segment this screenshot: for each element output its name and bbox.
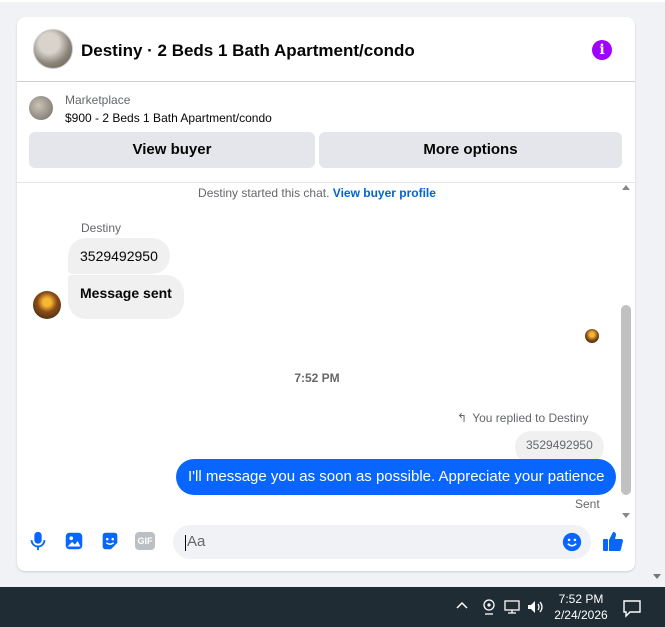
chat-started-notice: Destiny started this chat. View buyer pr… [17,186,617,200]
sticker-icon[interactable] [99,530,121,552]
chat-started-text: Destiny started this chat. [198,186,330,200]
incoming-message[interactable]: 3529492950 [68,238,170,274]
more-options-button[interactable]: More options [319,132,622,168]
clock-time: 7:52 PM [558,592,604,606]
reply-context: ↰ You replied to Destiny [457,411,588,425]
gif-icon[interactable]: GIF [135,532,155,550]
network-icon[interactable] [503,598,521,616]
message-input[interactable] [173,525,591,559]
listing-thumbnail[interactable] [29,96,53,120]
clock-date: 2/24/2026 [554,608,608,622]
marketplace-panel: Marketplace $900 - 2 Beds 1 Bath Apartme… [17,82,635,183]
volume-icon[interactable] [526,598,546,616]
sender-name: Destiny [81,221,122,235]
emoji-icon[interactable] [562,532,582,552]
marketplace-label: Marketplace [65,93,131,107]
view-buyer-button[interactable]: View buyer [29,132,315,168]
info-icon[interactable]: i [592,40,612,60]
chat-window: Destiny · 2 Beds 1 Bath Apartment/condo … [17,17,635,571]
sender-avatar[interactable] [33,291,61,319]
listing-title[interactable]: $900 - 2 Beds 1 Bath Apartment/condo [65,111,272,125]
message-thread: Destiny started this chat. View buyer pr… [17,183,635,520]
microphone-icon[interactable] [27,530,49,552]
scrollbar-thumb[interactable] [621,305,631,495]
message-composer: GIF Aa [17,520,635,571]
photo-icon[interactable] [63,530,85,552]
message-timestamp: 7:52 PM [294,371,340,385]
page-scroll-down-icon[interactable] [653,574,661,579]
thumbs-up-icon[interactable] [601,529,625,553]
scroll-down-arrow-icon[interactable] [622,513,630,518]
windows-taskbar: 7:52 PM 2/24/2026 [0,587,665,627]
seen-indicator-avatar [585,329,599,343]
incoming-message[interactable]: Message sent [68,275,184,319]
message-input-placeholder: Aa [187,533,206,550]
listing-avatar[interactable] [33,29,73,69]
outgoing-message[interactable]: I'll message you as soon as possible. Ap… [176,459,617,495]
chevron-up-icon[interactable] [455,599,469,613]
webcam-icon[interactable] [481,598,497,616]
notifications-icon[interactable] [622,598,642,618]
replied-to-text: You replied to Destiny [472,411,589,425]
taskbar-clock[interactable]: 7:52 PM 2/24/2026 [553,591,609,627]
top-edge [0,0,665,2]
text-caret [185,535,186,551]
view-buyer-profile-link[interactable]: View buyer profile [333,186,436,200]
scroll-up-arrow-icon[interactable] [622,185,630,190]
delivery-status: Sent [575,497,600,511]
thread-scrollbar[interactable] [619,183,633,520]
reply-arrow-icon: ↰ [457,411,468,425]
chat-title[interactable]: Destiny · 2 Beds 1 Bath Apartment/condo [81,41,415,61]
chat-header: Destiny · 2 Beds 1 Bath Apartment/condo … [17,17,635,82]
